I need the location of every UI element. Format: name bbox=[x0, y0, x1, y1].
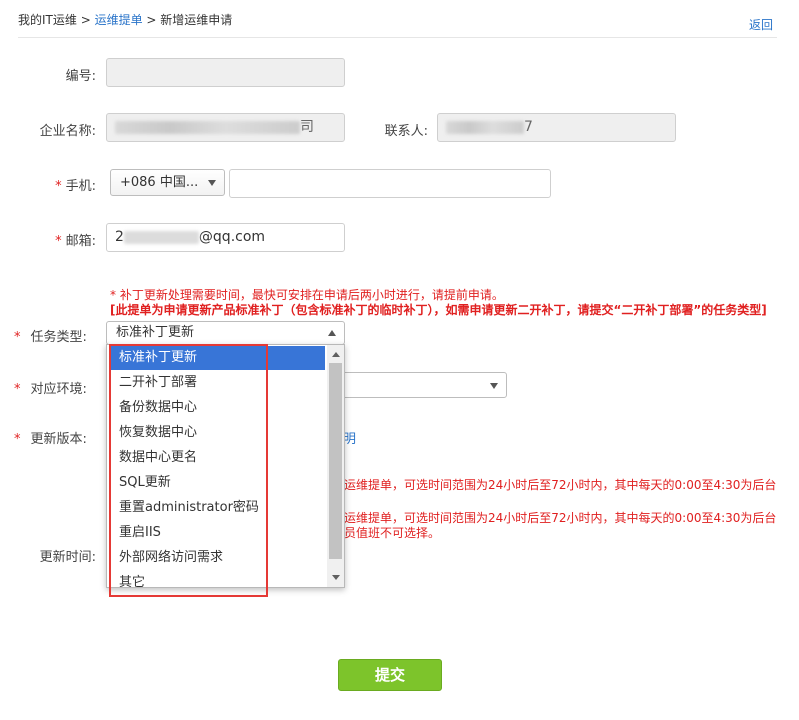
header-divider bbox=[18, 37, 777, 38]
redacted-contact-name bbox=[446, 120, 524, 134]
number-field bbox=[106, 58, 345, 87]
highlight-annotation-box bbox=[109, 344, 268, 597]
task-type-select[interactable]: 标准补丁更新 bbox=[106, 321, 345, 345]
phone-country-code-value: +086 中国... bbox=[120, 175, 199, 190]
contact-label: 联系人: bbox=[384, 124, 428, 139]
breadcrumb-current: 新增运维申请 bbox=[160, 13, 233, 27]
chevron-down-icon bbox=[490, 383, 498, 389]
email-label: * 邮箱: bbox=[55, 234, 96, 249]
redacted-company-name bbox=[115, 120, 300, 134]
company-suffix: 司 bbox=[300, 119, 314, 135]
phone-country-code-select[interactable]: +086 中国... bbox=[110, 169, 225, 196]
scroll-down-arrow-icon[interactable] bbox=[332, 575, 340, 580]
dropdown-scrollbar[interactable] bbox=[327, 345, 344, 587]
time-range-note-end: 员值班不可选择。 bbox=[344, 526, 441, 540]
required-mark: * bbox=[14, 432, 21, 447]
required-mark: * bbox=[55, 234, 62, 249]
email-domain: @qq.com bbox=[198, 229, 266, 245]
breadcrumb-separator: > bbox=[142, 13, 161, 27]
breadcrumb-root[interactable]: 我的IT运维 bbox=[18, 13, 77, 27]
company-field: 司 bbox=[106, 113, 345, 142]
breadcrumb-parent-link[interactable]: 运维提单 bbox=[95, 13, 143, 27]
task-type-label: * 任务类型: bbox=[14, 330, 87, 345]
scroll-up-arrow-icon[interactable] bbox=[332, 352, 340, 357]
redacted-email bbox=[123, 230, 199, 244]
chevron-up-icon bbox=[328, 330, 336, 336]
email-prefix: 2 bbox=[115, 229, 124, 245]
required-mark: * bbox=[55, 179, 62, 194]
task-type-value: 标准补丁更新 bbox=[116, 325, 195, 340]
scrollbar-thumb[interactable] bbox=[329, 363, 342, 559]
email-input[interactable]: 2 @qq.com bbox=[106, 223, 345, 252]
contact-suffix: 7 bbox=[524, 119, 533, 135]
patch-type-note: [此提单为申请更新产品标准补丁（包含标准补丁的临时补丁），如需申请更新二开补丁，… bbox=[110, 303, 767, 317]
back-link[interactable]: 返回 bbox=[749, 16, 773, 33]
phone-label: * 手机: bbox=[55, 179, 96, 194]
chevron-down-icon bbox=[208, 180, 216, 186]
time-range-note: 运维提单，可选时间范围为24小时后至72小时内，其中每天的0:00至4:30为后… bbox=[344, 478, 777, 492]
version-label: * 更新版本: bbox=[14, 432, 87, 447]
breadcrumb-separator: > bbox=[76, 13, 95, 27]
environment-label: * 对应环境: bbox=[14, 382, 87, 397]
required-mark: * bbox=[14, 382, 21, 397]
number-label: 编号: bbox=[65, 69, 96, 84]
breadcrumb: 我的IT运维 > 运维提单 > 新增运维申请 bbox=[18, 11, 232, 28]
submit-button[interactable]: 提交 bbox=[338, 659, 442, 691]
update-time-label: 更新时间: bbox=[39, 550, 96, 565]
phone-input[interactable] bbox=[229, 169, 551, 198]
required-mark: * bbox=[14, 330, 21, 345]
contact-field: 7 bbox=[437, 113, 676, 142]
company-label: 企业名称: bbox=[39, 124, 96, 139]
